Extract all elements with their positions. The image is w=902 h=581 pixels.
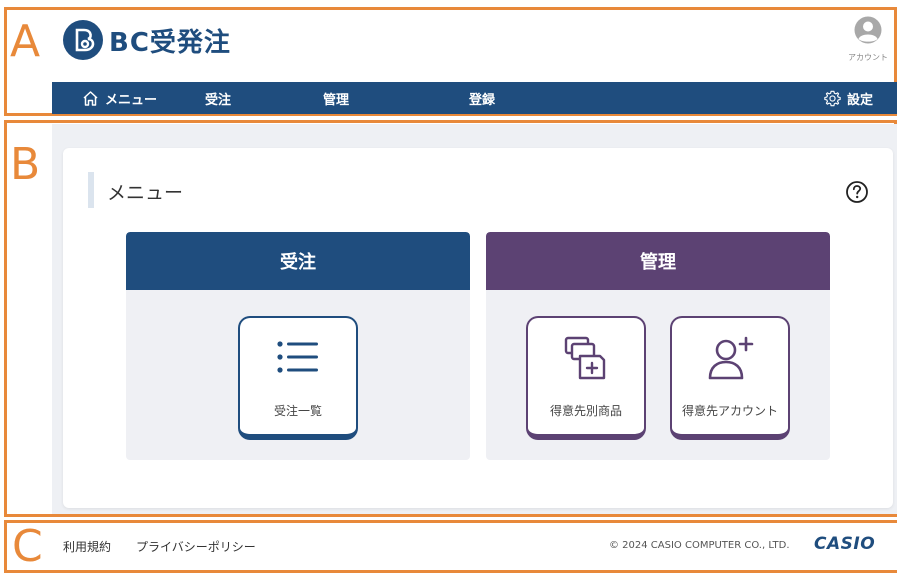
main-nav: メニュー 受注 管理 登録 設定 — [52, 82, 897, 114]
terms-link[interactable]: 利用規約 — [63, 538, 111, 555]
account-label: アカウント — [848, 53, 888, 62]
nav-item-kanri-label: 管理 — [323, 92, 350, 108]
gear-icon — [824, 90, 841, 106]
section-title-kanri: 管理 — [486, 232, 830, 290]
help-icon[interactable] — [845, 180, 869, 204]
logo-text: BC受発注 — [109, 27, 231, 58]
casio-brand-logo: CASIO — [814, 534, 876, 554]
region-label-b: B — [10, 139, 41, 190]
add-user-icon — [708, 336, 754, 380]
page-title: メニュー — [107, 182, 184, 204]
tile-customer-account[interactable]: 得意先アカウント — [670, 316, 790, 440]
tile-customer-products[interactable]: 得意先別商品 — [526, 316, 646, 440]
nav-item-touroku[interactable]: 登録 — [469, 82, 495, 114]
tile-order-list[interactable]: 受注一覧 — [238, 316, 358, 440]
region-label-c: C — [12, 521, 43, 572]
tile-customer-account-label: 得意先アカウント — [681, 404, 778, 418]
privacy-policy-link[interactable]: プライバシーポリシー — [136, 538, 256, 555]
nav-item-kanri[interactable]: 管理 — [323, 82, 349, 114]
products-icon — [564, 336, 606, 380]
account-button[interactable]: アカウント — [842, 16, 894, 63]
copyright-text: © 2024 CASIO COMPUTER CO., LTD. — [609, 540, 790, 551]
nav-item-settings[interactable]: 設定 — [824, 82, 873, 114]
nav-item-menu-label: メニュー — [105, 92, 158, 108]
home-icon — [83, 90, 98, 106]
region-label-a: A — [10, 16, 41, 67]
tile-order-list-label: 受注一覧 — [273, 404, 322, 418]
nav-item-settings-label: 設定 — [847, 92, 874, 108]
account-avatar-icon — [854, 16, 882, 44]
list-icon — [277, 341, 318, 373]
nav-item-touroku-label: 登録 — [469, 92, 496, 108]
tile-customer-products-label: 得意先別商品 — [549, 404, 622, 418]
nav-item-menu[interactable]: メニュー — [82, 82, 157, 114]
nav-item-juchu[interactable]: 受注 — [205, 82, 231, 114]
logo-mark-icon — [63, 20, 103, 60]
nav-item-juchu-label: 受注 — [205, 92, 232, 108]
app-logo[interactable]: BC受発注 — [63, 20, 231, 60]
page-title-accent — [88, 172, 94, 208]
section-title-juchu: 受注 — [126, 232, 470, 290]
